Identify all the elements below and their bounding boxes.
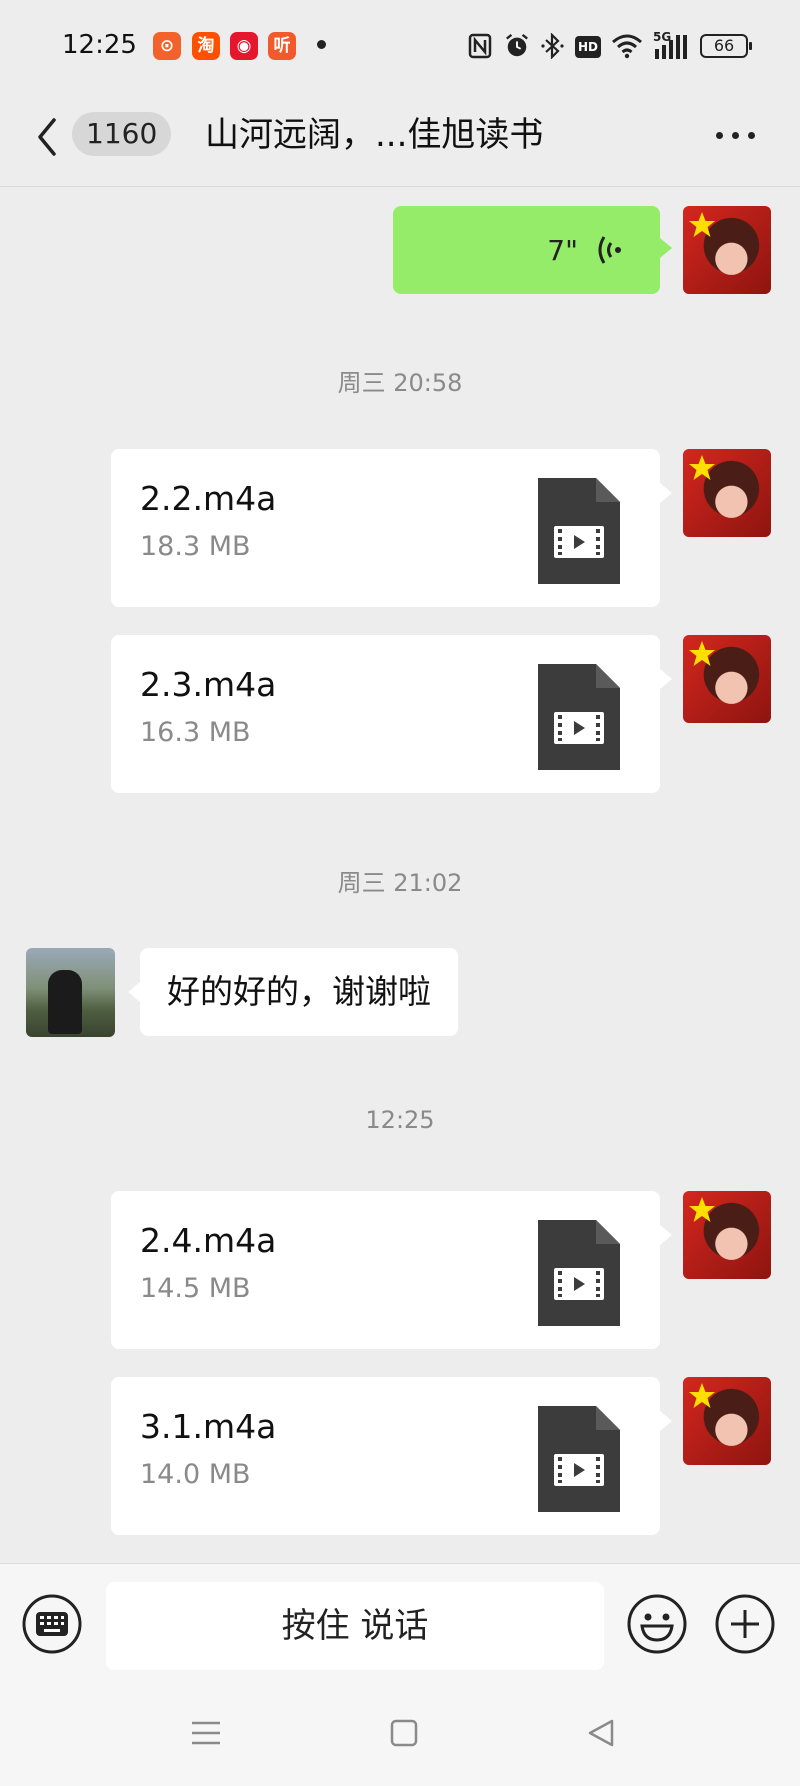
voice-duration: 7" xyxy=(547,234,578,267)
alarm-icon xyxy=(506,33,528,57)
bluetooth-icon xyxy=(541,33,564,59)
file-message-card[interactable]: 2.4.m4a 14.5 MB xyxy=(111,1191,672,1349)
file-message-card[interactable]: 2.2.m4a 18.3 MB xyxy=(111,449,672,607)
battery-level: 66 xyxy=(713,36,735,55)
keyboard-toggle-icon[interactable] xyxy=(22,1594,82,1654)
video-file-icon xyxy=(538,1406,620,1512)
message-timestamp: 12:25 xyxy=(365,1106,435,1134)
signal-icon xyxy=(655,35,687,59)
message-timestamp: 周三 21:02 xyxy=(337,869,463,897)
home-nav-icon[interactable] xyxy=(384,1713,424,1753)
chat-title[interactable]: 山河远阔，...佳旭读书 xyxy=(205,110,543,160)
file-message-card[interactable]: 2.3.m4a 16.3 MB xyxy=(111,635,672,793)
hold-to-talk-button[interactable]: 按住 说话 xyxy=(106,1582,604,1670)
notification-dot-icon xyxy=(317,40,326,49)
more-options-button[interactable] xyxy=(710,120,760,150)
video-file-icon xyxy=(538,478,620,584)
message-timestamp: 周三 20:58 xyxy=(337,369,463,397)
text-message-bubble[interactable]: 好的好的，谢谢啦 xyxy=(128,948,458,1036)
add-more-icon[interactable] xyxy=(715,1594,775,1654)
battery-icon: 66 xyxy=(700,34,752,58)
file-name: 2.2.m4a xyxy=(140,479,277,518)
file-message-card[interactable]: 3.1.m4a 14.0 MB xyxy=(111,1377,672,1535)
status-bar: 12:25 ⊙ 淘 ◉ 听 HD 5G 66 xyxy=(0,0,800,92)
system-navigation-bar xyxy=(0,1681,800,1786)
video-file-icon xyxy=(538,1220,620,1326)
chat-input-bar: 按住 说话 xyxy=(0,1563,800,1681)
my-avatar[interactable] xyxy=(683,206,771,294)
unread-count-badge[interactable]: 1160 xyxy=(72,112,172,156)
my-avatar[interactable] xyxy=(683,449,771,537)
kuaishou-icon: ⊙ xyxy=(153,32,181,60)
file-size: 14.5 MB xyxy=(140,1273,251,1304)
my-avatar[interactable] xyxy=(683,635,771,723)
avatar-person-figure xyxy=(48,970,82,1034)
my-avatar[interactable] xyxy=(683,1191,771,1279)
chat-header: 1160 山河远阔，...佳旭读书 xyxy=(0,92,800,187)
hd-icon: HD xyxy=(575,36,601,58)
file-size: 18.3 MB xyxy=(140,531,251,562)
file-name: 2.3.m4a xyxy=(140,665,277,704)
file-name: 3.1.m4a xyxy=(140,1407,277,1446)
weibo-icon: ◉ xyxy=(230,32,258,60)
emoji-icon[interactable] xyxy=(627,1594,687,1654)
file-size: 16.3 MB xyxy=(140,717,251,748)
ting-icon: 听 xyxy=(268,32,296,60)
file-name: 2.4.m4a xyxy=(140,1221,277,1260)
my-avatar[interactable] xyxy=(683,1377,771,1465)
voice-wave-icon xyxy=(598,236,621,264)
status-time: 12:25 xyxy=(62,30,137,60)
file-size: 14.0 MB xyxy=(140,1459,251,1490)
back-nav-icon[interactable] xyxy=(582,1713,622,1753)
voice-message-bubble[interactable]: 7" xyxy=(393,206,672,294)
nfc-icon xyxy=(468,33,492,59)
taobao-icon: 淘 xyxy=(192,32,220,60)
contact-avatar[interactable] xyxy=(26,948,115,1037)
menu-nav-icon[interactable] xyxy=(186,1713,226,1753)
wifi-icon xyxy=(612,34,642,59)
back-arrow-icon[interactable] xyxy=(30,112,66,162)
video-file-icon xyxy=(538,664,620,770)
